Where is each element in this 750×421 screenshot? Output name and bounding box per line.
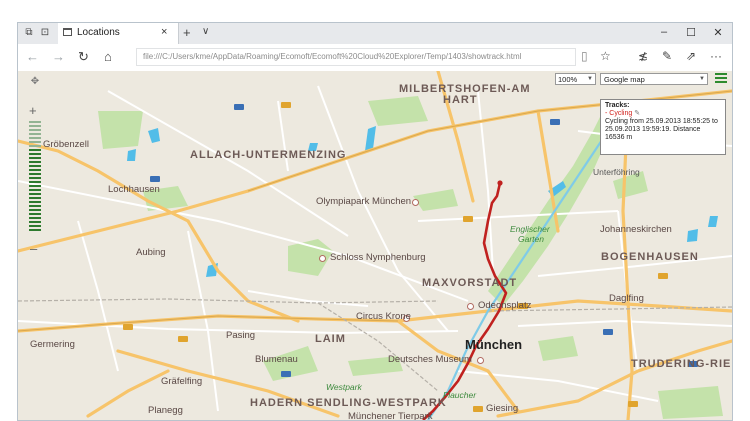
map-type-select[interactable]: Google map ▼ bbox=[600, 73, 708, 85]
label-deutsches-museum: Deutsches Museum bbox=[388, 354, 472, 365]
label-daglfing: Daglfing bbox=[609, 293, 644, 304]
new-tab-icon[interactable]: + bbox=[183, 25, 191, 40]
web-note-icon[interactable]: ✎ bbox=[662, 49, 672, 63]
tab-title: Locations bbox=[77, 27, 120, 38]
refresh-icon[interactable]: ↻ bbox=[78, 49, 89, 65]
tracks-panel: Tracks: - Cycling ✎ Cycling from 25.09.2… bbox=[600, 99, 726, 155]
track-start-marker bbox=[497, 180, 503, 186]
layers-icon[interactable] bbox=[715, 73, 727, 85]
forward-icon[interactable]: → bbox=[52, 49, 65, 64]
track-description: Cycling from 25.09.2013 18:55:25 to 25.0… bbox=[605, 118, 718, 141]
label-aubing: Aubing bbox=[136, 247, 166, 258]
label-planegg: Planegg bbox=[148, 405, 183, 416]
address-bar: ← → ↻ ⌂ file:///C:/Users/kme/AppData/Roa… bbox=[18, 44, 732, 72]
zoom-in-icon[interactable]: + bbox=[29, 103, 37, 118]
page-icon bbox=[63, 28, 72, 36]
label-germering: Germering bbox=[30, 339, 75, 350]
favorites-hub-icon[interactable]: ≴ bbox=[638, 49, 648, 63]
tracks-title: Tracks: bbox=[605, 102, 630, 109]
zoom-control: + – bbox=[25, 103, 45, 256]
reading-view-icon[interactable]: ▯ bbox=[581, 49, 588, 63]
favorite-star-icon[interactable]: ☆ bbox=[600, 49, 611, 63]
label-schloss: Schloss Nymphenburg bbox=[330, 252, 426, 263]
label-garten: Garten bbox=[518, 234, 544, 244]
label-maxvorstadt: MAXVORSTADT bbox=[422, 277, 518, 289]
label-giesing: Giesing bbox=[486, 403, 519, 414]
zoom-slider[interactable] bbox=[29, 121, 41, 233]
label-hart: HART bbox=[443, 94, 478, 106]
label-flaucher: Flaucher bbox=[443, 390, 477, 400]
maximize-button[interactable]: ☐ bbox=[678, 26, 704, 39]
label-englischer: Englischer bbox=[510, 224, 550, 234]
label-grobenzell: Gröbenzell bbox=[43, 139, 89, 150]
label-odeonsplatz: Odeonsplatz bbox=[478, 300, 532, 311]
map-type-value: Google map bbox=[604, 75, 645, 84]
label-pasing: Pasing bbox=[226, 330, 256, 341]
tab-close-icon[interactable]: × bbox=[161, 26, 167, 38]
zoom-level-select[interactable]: 100% ▼ bbox=[555, 73, 596, 85]
edit-icon[interactable]: ✎ bbox=[634, 110, 640, 117]
tab-list-chevron-icon[interactable]: ∨ bbox=[202, 26, 209, 37]
minimize-button[interactable]: – bbox=[651, 26, 677, 38]
browser-window: ⧉ ⊡ Locations × + ∨ – ☐ ✕ ← → ↻ ⌂ file:/… bbox=[17, 22, 733, 421]
chevron-down-icon: ▼ bbox=[699, 76, 705, 82]
zoom-out-icon[interactable]: – bbox=[30, 241, 37, 256]
pan-control-icon[interactable]: ✥ bbox=[28, 76, 42, 90]
home-icon[interactable]: ⌂ bbox=[104, 49, 112, 64]
label-circus-krone: Circus Krone bbox=[356, 311, 411, 322]
tabs-aside-icon[interactable]: ⊡ bbox=[39, 27, 51, 39]
label-blumenau: Blumenau bbox=[255, 354, 298, 365]
label-trudering: TRUDERING-RIEM bbox=[631, 358, 732, 370]
label-munchen: München bbox=[465, 337, 523, 352]
map-view[interactable]: MILBERTSHOFEN-AM HART ALLACH-UNTERMENZIN… bbox=[18, 71, 732, 420]
zoom-level-value: 100% bbox=[558, 75, 578, 84]
label-lochhausen: Lochhausen bbox=[108, 184, 160, 195]
label-unterfohring: Unterföhring bbox=[593, 167, 640, 177]
label-westpark: Westpark bbox=[326, 382, 362, 392]
back-icon[interactable]: ← bbox=[26, 49, 39, 64]
track-name-link[interactable]: - Cycling bbox=[605, 110, 632, 117]
label-allach: ALLACH-UNTERMENZING bbox=[190, 149, 347, 161]
url-field[interactable]: file:///C:/Users/kme/AppData/Roaming/Eco… bbox=[136, 48, 576, 66]
tab-bar: ⧉ ⊡ Locations × + ∨ – ☐ ✕ bbox=[18, 23, 732, 44]
label-olympiapark: Olympiapark München bbox=[316, 196, 412, 207]
chevron-down-icon: ▼ bbox=[587, 76, 593, 82]
label-johanneskirchen: Johanneskirchen bbox=[600, 224, 672, 235]
more-icon[interactable]: ··· bbox=[710, 49, 722, 63]
label-laim: LAIM bbox=[315, 333, 346, 345]
tab-actions-icon[interactable]: ⧉ bbox=[23, 27, 35, 39]
label-tierpark: Münchener Tierpark bbox=[348, 411, 433, 420]
label-hadern: HADERN SENDLING-WESTPARK bbox=[250, 397, 447, 409]
tab-locations[interactable]: Locations × bbox=[58, 23, 179, 44]
close-window-button[interactable]: ✕ bbox=[705, 26, 731, 39]
share-icon[interactable]: ⇗ bbox=[686, 49, 696, 63]
label-bogenhausen: BOGENHAUSEN bbox=[601, 251, 699, 263]
label-grafelfing: Gräfelfing bbox=[161, 376, 203, 387]
